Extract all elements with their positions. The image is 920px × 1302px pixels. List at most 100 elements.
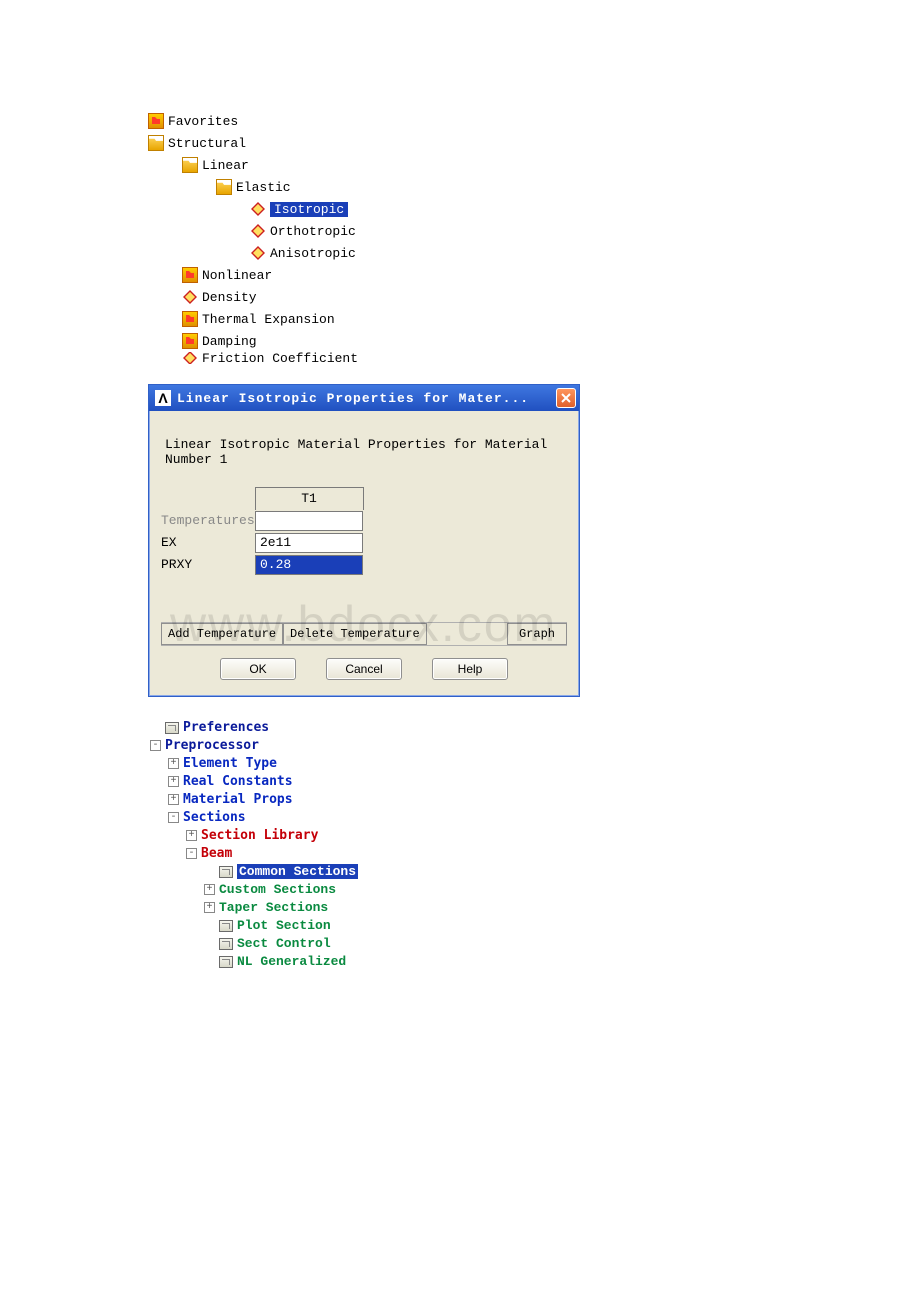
leaf-icon — [250, 201, 266, 217]
expand-icon[interactable]: + — [204, 884, 215, 895]
expand-icon[interactable]: + — [204, 902, 215, 913]
row-label-temperatures: Temperatures — [161, 510, 255, 532]
menu-item-material-props[interactable]: + Material Props — [150, 791, 920, 809]
menu-label: Material Props — [183, 792, 293, 807]
menu-item-sect-control[interactable]: Sect Control — [150, 935, 920, 953]
tree-label: Thermal Expansion — [202, 312, 335, 327]
app-icon: Λ — [155, 390, 171, 406]
menu-label: Custom Sections — [219, 882, 336, 897]
menu-label: Real Constants — [183, 774, 293, 789]
menu-item-real-constants[interactable]: + Real Constants — [150, 773, 920, 791]
expand-icon[interactable]: + — [168, 794, 179, 805]
leaf-icon — [182, 352, 198, 364]
tree-item-thermal-expansion[interactable]: Thermal Expansion — [148, 308, 920, 330]
menu-item-preprocessor[interactable]: - Preprocessor — [150, 737, 920, 755]
menu-item-section-library[interactable]: + Section Library — [150, 827, 920, 845]
folder-icon — [182, 311, 198, 327]
menu-label: Taper Sections — [219, 900, 328, 915]
menu-item-plot-section[interactable]: Plot Section — [150, 917, 920, 935]
tree-label: Isotropic — [270, 202, 348, 217]
prxy-input[interactable] — [255, 555, 363, 575]
tree-label: Linear — [202, 158, 249, 173]
ex-input[interactable] — [255, 533, 363, 553]
material-model-tree: Favorites Structural Linear Elastic Isot… — [148, 110, 920, 364]
menu-icon — [219, 920, 233, 932]
leaf-icon — [250, 223, 266, 239]
open-folder-icon — [148, 135, 164, 151]
menu-item-preferences[interactable]: Preferences — [150, 719, 920, 737]
tree-label: Anisotropic — [270, 246, 356, 261]
graph-button[interactable]: Graph — [507, 623, 567, 645]
menu-label: Element Type — [183, 756, 277, 771]
tree-item-elastic[interactable]: Elastic — [148, 176, 920, 198]
menu-item-nl-generalized[interactable]: NL Generalized — [150, 953, 920, 971]
linear-isotropic-dialog: Λ Linear Isotropic Properties for Mater.… — [148, 384, 580, 697]
expand-icon[interactable]: + — [186, 830, 197, 841]
collapse-icon[interactable]: - — [150, 740, 161, 751]
row-label-prxy: PRXY — [161, 554, 255, 576]
tree-item-orthotropic[interactable]: Orthotropic — [148, 220, 920, 242]
delete-temperature-button[interactable]: Delete Temperature — [283, 623, 427, 645]
menu-item-custom-sections[interactable]: + Custom Sections — [150, 881, 920, 899]
dialog-description: Linear Isotropic Material Properties for… — [161, 437, 567, 467]
menu-icon — [219, 938, 233, 950]
property-grid: T1 Temperatures EX PRXY — [161, 487, 364, 576]
close-icon[interactable] — [556, 388, 576, 408]
menu-label: Preferences — [183, 720, 269, 735]
open-folder-icon — [182, 157, 198, 173]
tree-label: Orthotropic — [270, 224, 356, 239]
menu-label: Sections — [183, 810, 246, 825]
menu-icon — [219, 956, 233, 968]
menu-item-common-sections[interactable]: Common Sections — [150, 863, 920, 881]
menu-item-taper-sections[interactable]: + Taper Sections — [150, 899, 920, 917]
menu-item-element-type[interactable]: + Element Type — [150, 755, 920, 773]
tree-item-anisotropic[interactable]: Anisotropic — [148, 242, 920, 264]
tree-item-linear[interactable]: Linear — [148, 154, 920, 176]
menu-label: Beam — [201, 846, 232, 861]
expand-icon[interactable]: + — [168, 758, 179, 769]
help-button[interactable]: Help — [432, 658, 508, 680]
open-folder-icon — [216, 179, 232, 195]
leaf-icon — [182, 289, 198, 305]
row-label-ex: EX — [161, 532, 255, 554]
tree-item-damping[interactable]: Damping — [148, 330, 920, 352]
folder-icon — [182, 267, 198, 283]
tree-item-favorites[interactable]: Favorites — [148, 110, 920, 132]
leaf-icon — [250, 245, 266, 261]
ok-button[interactable]: OK — [220, 658, 296, 680]
tree-label: Elastic — [236, 180, 291, 195]
menu-label: Common Sections — [237, 864, 358, 879]
tree-label: Friction Coefficient — [202, 352, 358, 364]
tree-item-isotropic[interactable]: Isotropic — [148, 198, 920, 220]
temperatures-input[interactable] — [255, 511, 363, 531]
column-header-t1: T1 — [255, 488, 363, 510]
cancel-button[interactable]: Cancel — [326, 658, 402, 680]
menu-label: NL Generalized — [237, 954, 346, 969]
tree-item-density[interactable]: Density — [148, 286, 920, 308]
tree-label: Density — [202, 290, 257, 305]
tree-label: Structural — [168, 136, 246, 151]
menu-item-beam[interactable]: - Beam — [150, 845, 920, 863]
folder-icon — [148, 113, 164, 129]
tree-label: Nonlinear — [202, 268, 272, 283]
tree-item-nonlinear[interactable]: Nonlinear — [148, 264, 920, 286]
menu-label: Plot Section — [237, 918, 331, 933]
tree-item-structural[interactable]: Structural — [148, 132, 920, 154]
main-menu-tree: Preferences - Preprocessor + Element Typ… — [150, 719, 920, 971]
collapse-icon[interactable]: - — [186, 848, 197, 859]
menu-icon — [219, 866, 233, 878]
dialog-title: Linear Isotropic Properties for Mater... — [177, 391, 550, 406]
folder-icon — [182, 333, 198, 349]
menu-label: Section Library — [201, 828, 318, 843]
tree-label: Damping — [202, 334, 257, 349]
menu-label: Preprocessor — [165, 738, 259, 753]
tree-item-friction-coefficient[interactable]: Friction Coefficient — [148, 352, 920, 364]
collapse-icon[interactable]: - — [168, 812, 179, 823]
menu-label: Sect Control — [237, 936, 331, 951]
tree-label: Favorites — [168, 114, 238, 129]
menu-item-sections[interactable]: - Sections — [150, 809, 920, 827]
dialog-titlebar[interactable]: Λ Linear Isotropic Properties for Mater.… — [149, 385, 579, 411]
expand-icon[interactable]: + — [168, 776, 179, 787]
add-temperature-button[interactable]: Add Temperature — [161, 623, 283, 645]
menu-icon — [165, 722, 179, 734]
